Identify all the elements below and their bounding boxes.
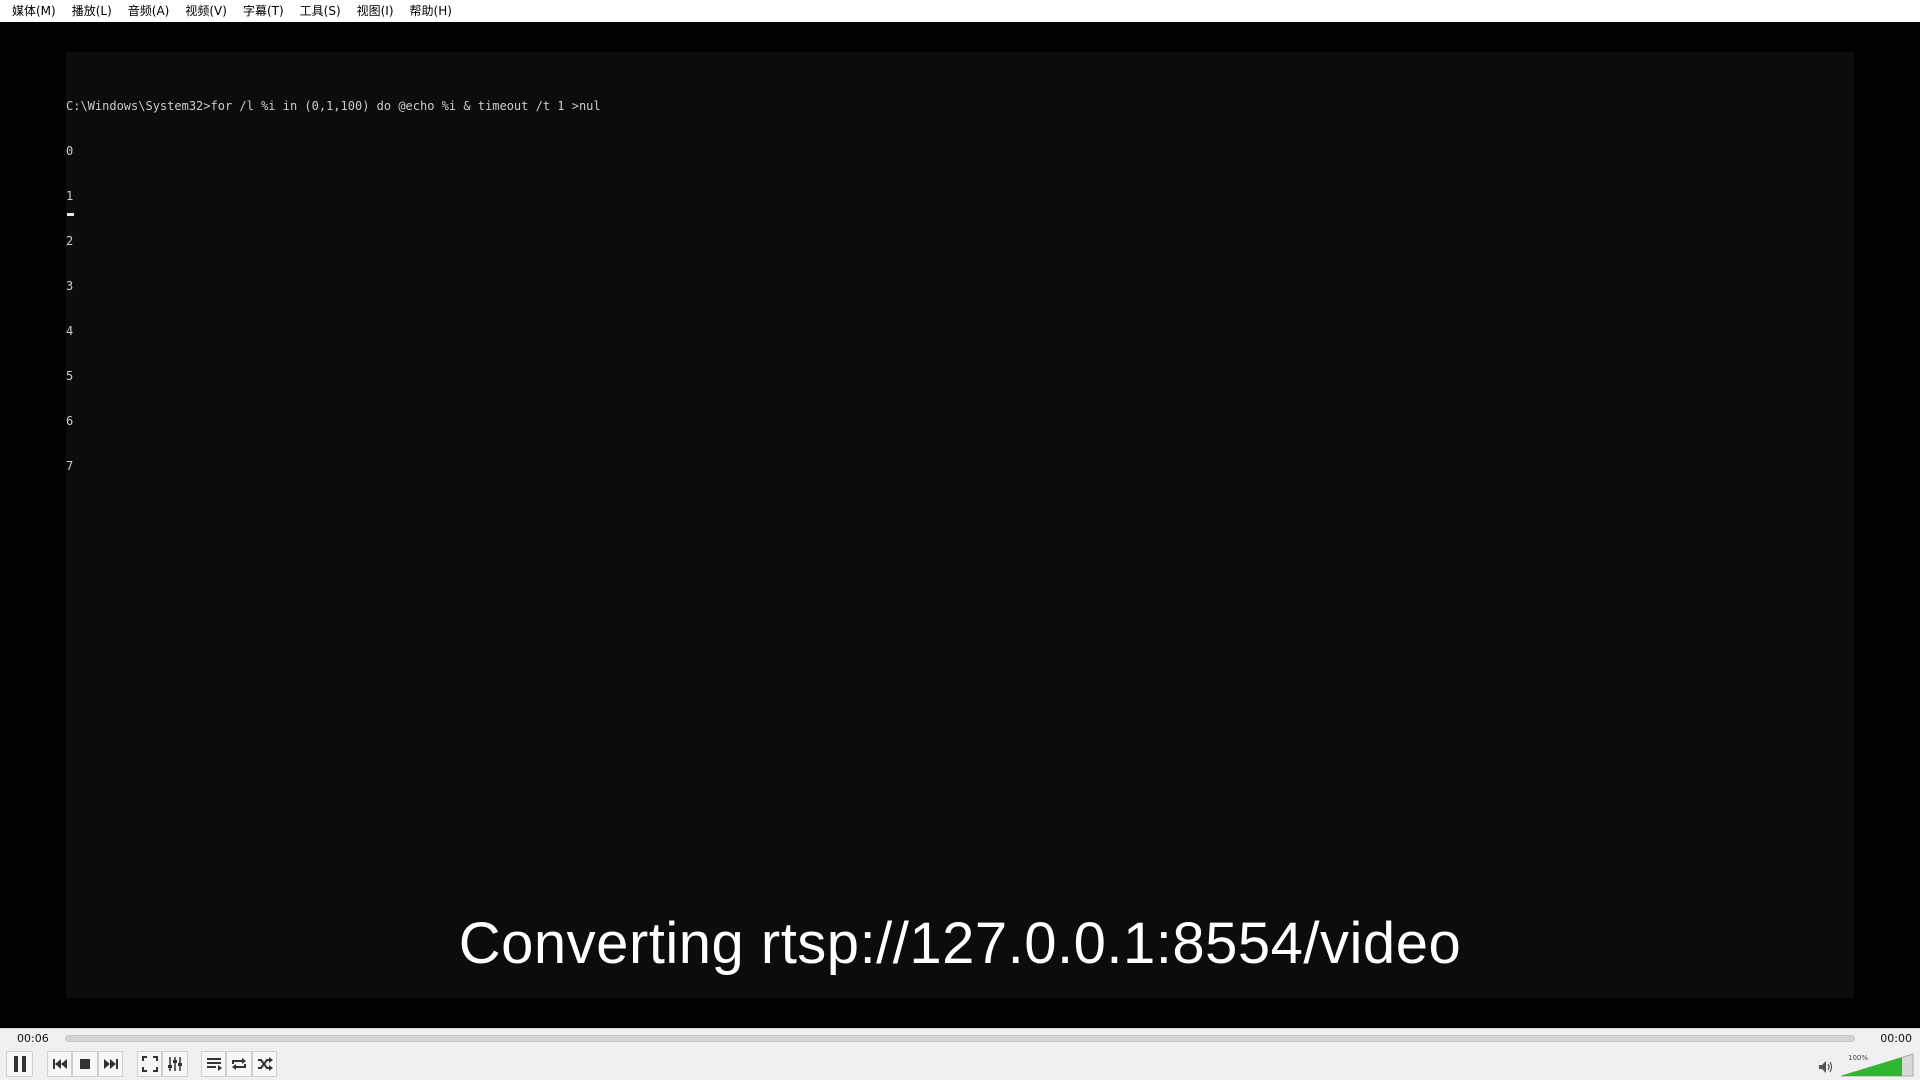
volume-percent: 100% [1848, 1054, 1869, 1062]
menu-tools[interactable]: 工具(S) [292, 0, 349, 22]
playlist-icon [206, 1058, 222, 1071]
skip-next-icon [103, 1059, 118, 1069]
menu-media[interactable]: 媒体(M) [4, 0, 64, 22]
skip-previous-icon [52, 1059, 67, 1069]
terminal-output-line: 4 [66, 324, 74, 338]
terminal-output-line: 1 [66, 189, 74, 203]
video-frame-terminal: C:\Windows\System32>for /l %i in (0,1,10… [66, 52, 1854, 998]
video-display[interactable]: C:\Windows\System32>for /l %i in (0,1,10… [0, 22, 1920, 1028]
terminal-command-line: C:\Windows\System32>for /l %i in (0,1,10… [66, 99, 601, 113]
terminal-text: C:\Windows\System32>for /l %i in (0,1,10… [66, 69, 601, 504]
menu-audio[interactable]: 音频(A) [120, 0, 178, 22]
menu-video[interactable]: 视频(V) [177, 0, 235, 22]
stop-button[interactable] [72, 1051, 98, 1077]
subtitle-text: Converting rtsp://127.0.0.1:8554/video [458, 911, 1462, 976]
next-button[interactable] [98, 1051, 123, 1077]
terminal-output-line: 2 [66, 234, 74, 248]
terminal-cursor [67, 213, 74, 216]
menu-playback[interactable]: 播放(L) [64, 0, 120, 22]
terminal-output-line: 5 [66, 369, 74, 383]
loop-button[interactable] [226, 1051, 252, 1077]
random-button[interactable] [252, 1051, 277, 1077]
pause-icon [13, 1056, 26, 1072]
extended-settings-button[interactable] [162, 1051, 188, 1077]
fullscreen-icon [141, 1056, 158, 1072]
seek-slider[interactable] [65, 1035, 1855, 1042]
terminal-output-line: 6 [66, 414, 74, 428]
equalizer-icon [168, 1057, 182, 1071]
pause-button[interactable] [6, 1051, 33, 1077]
stop-icon [80, 1059, 90, 1069]
loop-icon [232, 1058, 246, 1070]
time-total[interactable]: 00:00 [1880, 1032, 1912, 1045]
speaker-icon[interactable] [1818, 1060, 1834, 1074]
terminal-output-line: 3 [66, 279, 74, 293]
menu-bar: 媒体(M) 播放(L) 音频(A) 视频(V) 字幕(T) 工具(S) 视图(I… [0, 0, 1920, 22]
previous-button[interactable] [47, 1051, 72, 1077]
menu-subtitle[interactable]: 字幕(T) [235, 0, 292, 22]
playlist-button[interactable] [201, 1051, 226, 1077]
control-panel: 00:06 00:00 [0, 1028, 1920, 1080]
shuffle-icon [257, 1057, 273, 1071]
menu-help[interactable]: 帮助(H) [402, 0, 460, 22]
fullscreen-button[interactable] [137, 1051, 162, 1077]
terminal-output-line: 0 [66, 144, 74, 158]
terminal-output-line: 7 [66, 459, 74, 473]
time-elapsed[interactable]: 00:06 [17, 1032, 49, 1045]
menu-view[interactable]: 视图(I) [349, 0, 402, 22]
